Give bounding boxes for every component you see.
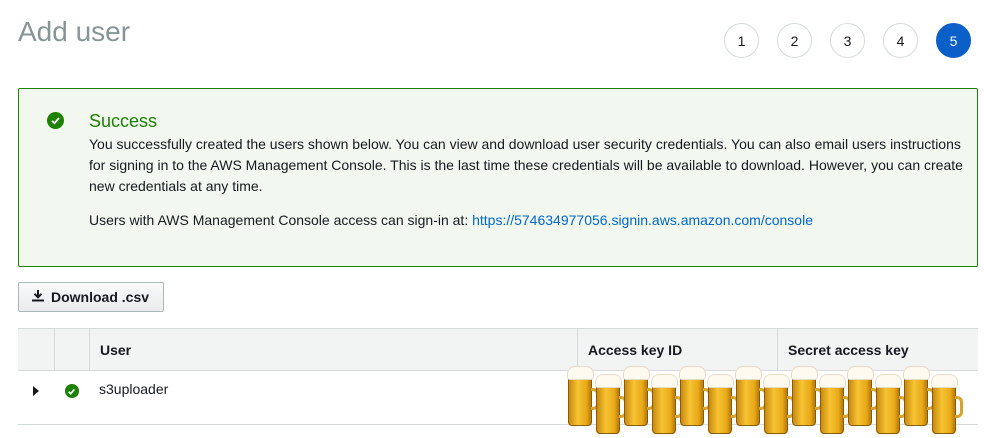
- beer-mug-icon: [931, 374, 963, 436]
- beer-mug-icon: [707, 374, 739, 436]
- wizard-steps: 1 2 3 4 5: [724, 23, 971, 58]
- beer-mug-icon: [679, 366, 711, 428]
- beer-mug-icon: [819, 374, 851, 436]
- signin-prefix: Users with AWS Management Console access…: [89, 212, 473, 228]
- download-icon: [31, 289, 45, 305]
- console-signin-link[interactable]: https://574634977056.signin.aws.amazon.c…: [472, 212, 813, 228]
- step-4[interactable]: 4: [883, 23, 918, 58]
- header-status: [54, 329, 89, 370]
- beer-mug-icon: [651, 374, 683, 436]
- page-title: Add user: [18, 16, 131, 47]
- beer-mug-icon: [791, 366, 823, 428]
- beer-mug-icon: [875, 374, 907, 436]
- success-check-icon: [64, 384, 79, 398]
- step-3[interactable]: 3: [830, 23, 865, 58]
- step-2[interactable]: 2: [777, 23, 812, 58]
- beer-mug-icon: [735, 366, 767, 428]
- column-header-user[interactable]: User: [89, 329, 577, 370]
- beer-mug-icon: [623, 366, 655, 428]
- beer-mug-icon: [903, 366, 935, 428]
- caret-right-icon[interactable]: [33, 386, 39, 396]
- user-name-cell: s3uploader: [99, 381, 169, 397]
- beer-mug-icon: [763, 374, 795, 436]
- success-check-icon: [47, 112, 64, 129]
- header-expand: [18, 329, 54, 370]
- beer-mug-icon: [567, 366, 599, 428]
- download-csv-label: Download .csv: [51, 289, 150, 305]
- redaction-overlay: [567, 362, 984, 438]
- beer-mug-icon: [595, 374, 627, 436]
- row-status: [54, 371, 89, 424]
- alert-message: You successfully created the users shown…: [89, 136, 963, 194]
- beer-mug-icon: [847, 366, 879, 428]
- row-expand[interactable]: [18, 371, 54, 424]
- alert-title: Success: [89, 111, 158, 131]
- signin-line: Users with AWS Management Console access…: [89, 212, 813, 228]
- step-1[interactable]: 1: [724, 23, 759, 58]
- success-alert: Success You successfully created the use…: [18, 88, 978, 267]
- download-csv-button[interactable]: Download .csv: [18, 282, 165, 312]
- step-5[interactable]: 5: [936, 23, 971, 58]
